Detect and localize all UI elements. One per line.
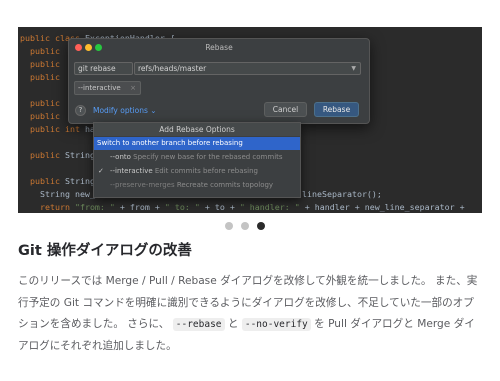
- section-paragraph: このリリースでは Merge / Pull / Rebase ダイアログを改修し…: [18, 271, 484, 357]
- code-line-12: public String: [20, 176, 95, 186]
- code-line-3: public: [20, 59, 60, 69]
- carousel-dot-2[interactable]: [241, 222, 249, 230]
- option-description: Recreate commits topology: [176, 181, 274, 189]
- branch-ref-value: refs/heads/master: [138, 64, 207, 73]
- cancel-button[interactable]: Cancel: [264, 102, 307, 117]
- code-line-7: public: [20, 111, 60, 121]
- option-preserve-merges: --preserve-merges Recreate commits topol…: [94, 179, 300, 192]
- rebase-dialog: Rebase git rebase refs/heads/master ▼ --…: [68, 38, 370, 124]
- code-no-verify: --no-verify: [241, 318, 311, 331]
- option-tag-interactive[interactable]: --interactive ×: [74, 81, 141, 95]
- section-heading: Git 操作ダイアログの改善: [18, 243, 192, 259]
- dialog-title: Rebase: [205, 43, 233, 52]
- chevron-down-icon[interactable]: ▼: [351, 63, 356, 74]
- option-label: --interactive: [110, 167, 153, 175]
- option-description: Edit commits before rebasing: [154, 167, 258, 175]
- remove-option-icon[interactable]: ×: [130, 82, 136, 94]
- rebase-options-popup: Add Rebase Options Switch to another bra…: [93, 122, 301, 198]
- code-line-8: public int ha: [20, 124, 95, 134]
- option-label: Switch to another branch before rebasing: [97, 139, 243, 147]
- code-line-6: public: [20, 98, 60, 108]
- option-label: --preserve-merges: [110, 181, 175, 189]
- code-line-13: String new_: [20, 189, 95, 199]
- code-line-13-right: lineSeparator();: [302, 189, 382, 199]
- option-interactive[interactable]: ✓ --interactive Edit commits before reba…: [94, 165, 300, 178]
- popup-header: Add Rebase Options: [94, 123, 300, 136]
- modify-options-link[interactable]: Modify options ⌄: [93, 105, 157, 116]
- code-line-14: return "from: " + from + " to: " + to + …: [20, 202, 465, 212]
- rebase-button[interactable]: Rebase: [314, 102, 359, 117]
- code-line-2: public: [20, 46, 60, 56]
- modify-options-label: Modify options: [93, 106, 148, 115]
- option-switch-branch[interactable]: Switch to another branch before rebasing: [94, 137, 300, 150]
- chevron-down-icon: ⌄: [150, 106, 157, 115]
- help-icon[interactable]: ?: [75, 105, 86, 116]
- checkmark-icon: ✓: [98, 167, 104, 175]
- carousel-dot-3[interactable]: [257, 222, 265, 230]
- code-rebase: --rebase: [172, 318, 225, 331]
- paragraph-text-2: と: [224, 318, 242, 330]
- option-tag-label: --interactive: [78, 84, 121, 92]
- option-description: Specify new base for the rebased commits: [133, 153, 283, 161]
- feature-screenshot: public class ExceptionHandler { public p…: [18, 27, 482, 213]
- branch-ref-field[interactable]: refs/heads/master ▼: [134, 62, 361, 75]
- code-line-10: public String: [20, 150, 95, 160]
- code-line-4: public: [20, 72, 60, 82]
- carousel-dot-1[interactable]: [225, 222, 233, 230]
- option-onto[interactable]: --onto Specify new base for the rebased …: [94, 151, 300, 164]
- git-command-field: git rebase: [74, 62, 133, 75]
- option-label: --onto: [110, 153, 131, 161]
